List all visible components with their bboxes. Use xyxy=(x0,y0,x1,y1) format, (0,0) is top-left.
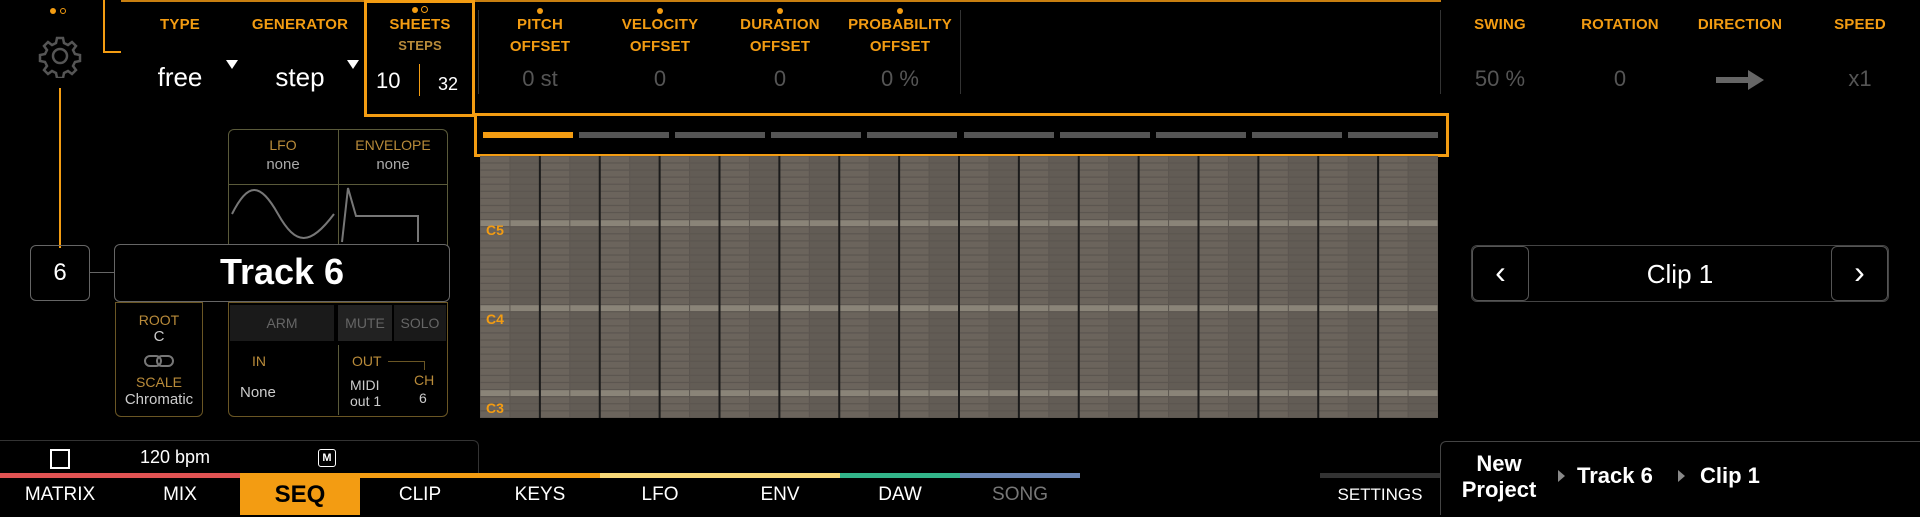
sheet-button[interactable] xyxy=(867,132,958,138)
lfo-label: LFO xyxy=(269,137,297,153)
speed-value[interactable]: x1 xyxy=(1810,66,1910,92)
direction-label: DIRECTION xyxy=(1697,16,1783,33)
chevron-right-icon: › xyxy=(1854,254,1865,290)
rotation-label: ROTATION xyxy=(1581,16,1659,33)
stop-icon[interactable] xyxy=(50,449,70,469)
solo-button[interactable]: SOLO xyxy=(394,305,446,341)
arrow-right-icon[interactable] xyxy=(1716,68,1764,92)
sheet-dot-icon xyxy=(412,7,418,13)
tab-lfo[interactable]: LFO xyxy=(600,475,720,515)
swing-label: SWING xyxy=(1474,16,1526,33)
steps-label: STEPS xyxy=(398,38,442,53)
probability-offset-value[interactable]: 0 % xyxy=(850,66,950,92)
note-label-c4: C4 xyxy=(486,311,504,327)
speed-label: SPEED xyxy=(1834,16,1886,33)
metronome-badge[interactable]: M xyxy=(318,449,336,467)
out-label: OUT xyxy=(352,353,382,369)
divider xyxy=(478,10,479,94)
channel-value[interactable]: 6 xyxy=(419,390,427,406)
sheets-value[interactable]: 10 xyxy=(376,68,400,94)
divider xyxy=(1440,10,1441,94)
gear-icon[interactable] xyxy=(38,34,82,80)
sheet-button[interactable] xyxy=(483,132,574,138)
sheet-button[interactable] xyxy=(771,132,862,138)
note-label-c5: C5 xyxy=(486,222,504,238)
in-label: IN xyxy=(252,353,266,369)
velocity-label: VELOCITY OFFSET xyxy=(621,16,699,55)
in-out-divider xyxy=(338,345,339,415)
connector-line xyxy=(103,0,105,52)
sheet-button[interactable] xyxy=(963,132,1054,138)
generator-select[interactable]: step xyxy=(250,62,350,93)
tab-mix[interactable]: MIX xyxy=(120,475,240,515)
breadcrumb-separator-icon xyxy=(1678,470,1685,482)
type-label: TYPE xyxy=(160,16,200,33)
sheet-button[interactable] xyxy=(1347,132,1438,138)
tab-seq[interactable]: SEQ xyxy=(240,473,360,515)
tab-clip[interactable]: CLIP xyxy=(360,475,480,515)
divider xyxy=(960,10,961,94)
track-name: Track 6 xyxy=(219,251,345,292)
breadcrumb-clip[interactable]: Clip 1 xyxy=(1700,463,1760,489)
breadcrumb-track[interactable]: Track 6 xyxy=(1577,463,1653,489)
type-dropdown-icon[interactable] xyxy=(226,60,238,69)
channel-label: CH xyxy=(414,372,435,388)
velocity-offset-value[interactable]: 0 xyxy=(610,66,710,92)
scale-value[interactable]: Chromatic xyxy=(115,391,203,408)
root-label: ROOT xyxy=(138,312,180,328)
generator-label: GENERATOR xyxy=(251,16,349,33)
sheet-button[interactable] xyxy=(1251,132,1342,138)
envelope-value[interactable]: none xyxy=(338,156,448,173)
rotation-value[interactable]: 0 xyxy=(1570,66,1670,92)
out-value[interactable]: MIDI out 1 xyxy=(350,377,394,409)
tab-daw[interactable]: DAW xyxy=(840,475,960,515)
swing-value[interactable]: 50 % xyxy=(1450,66,1550,92)
root-value[interactable]: C xyxy=(115,328,203,345)
duration-label: DURATION OFFSET xyxy=(740,16,820,55)
connector-line xyxy=(90,272,114,273)
tab-song[interactable]: SONG xyxy=(960,475,1080,515)
in-value[interactable]: None xyxy=(240,384,276,401)
probability-label: PROBABILITY OFFSET xyxy=(848,16,952,55)
clip-name: Clip 1 xyxy=(1646,259,1714,289)
sheet-button[interactable] xyxy=(1059,132,1150,138)
envelope-label: ENVELOPE xyxy=(355,137,431,153)
connector-line xyxy=(103,51,121,53)
bpm-display[interactable]: 120 bpm xyxy=(140,447,210,468)
tab-env[interactable]: ENV xyxy=(720,475,840,515)
connector-line xyxy=(59,88,61,248)
mute-button[interactable]: MUTE xyxy=(338,305,392,341)
sheets-label: SHEETS xyxy=(389,16,451,33)
type-select[interactable]: free xyxy=(130,62,230,93)
breadcrumb-project[interactable]: New Project xyxy=(1452,451,1546,503)
sheet-dot-icon xyxy=(421,6,428,13)
chevron-left-icon: ‹ xyxy=(1495,254,1506,290)
status-bar-border xyxy=(0,440,479,474)
modulation-divider xyxy=(228,184,448,185)
note-label-c3: C3 xyxy=(486,400,504,416)
step-grid[interactable] xyxy=(480,156,1438,418)
generator-dropdown-icon[interactable] xyxy=(347,60,359,69)
duration-offset-value[interactable]: 0 xyxy=(730,66,830,92)
steps-value[interactable]: 32 xyxy=(438,74,458,95)
out-bracket xyxy=(388,361,425,370)
pitch-label: PITCH OFFSET xyxy=(509,16,571,55)
tab-keys[interactable]: KEYS xyxy=(480,475,600,515)
scale-label: SCALE xyxy=(136,374,182,390)
sheet-button[interactable] xyxy=(1155,132,1246,138)
tab-settings[interactable]: SETTINGS xyxy=(1320,475,1440,515)
lfo-wave-icon xyxy=(230,186,336,244)
arm-button[interactable]: ARM xyxy=(230,305,334,341)
top-border xyxy=(121,0,1441,2)
breadcrumb-separator-icon xyxy=(1558,470,1565,482)
envelope-shape-icon xyxy=(340,186,446,244)
link-icon[interactable] xyxy=(144,354,174,368)
track-number: 6 xyxy=(53,259,67,286)
sheet-button[interactable] xyxy=(579,132,670,138)
lfo-value[interactable]: none xyxy=(228,156,338,173)
tab-matrix[interactable]: MATRIX xyxy=(0,475,120,515)
pitch-offset-value[interactable]: 0 st xyxy=(490,66,590,92)
sheet-button[interactable] xyxy=(675,132,766,138)
sheets-divider xyxy=(419,64,420,96)
